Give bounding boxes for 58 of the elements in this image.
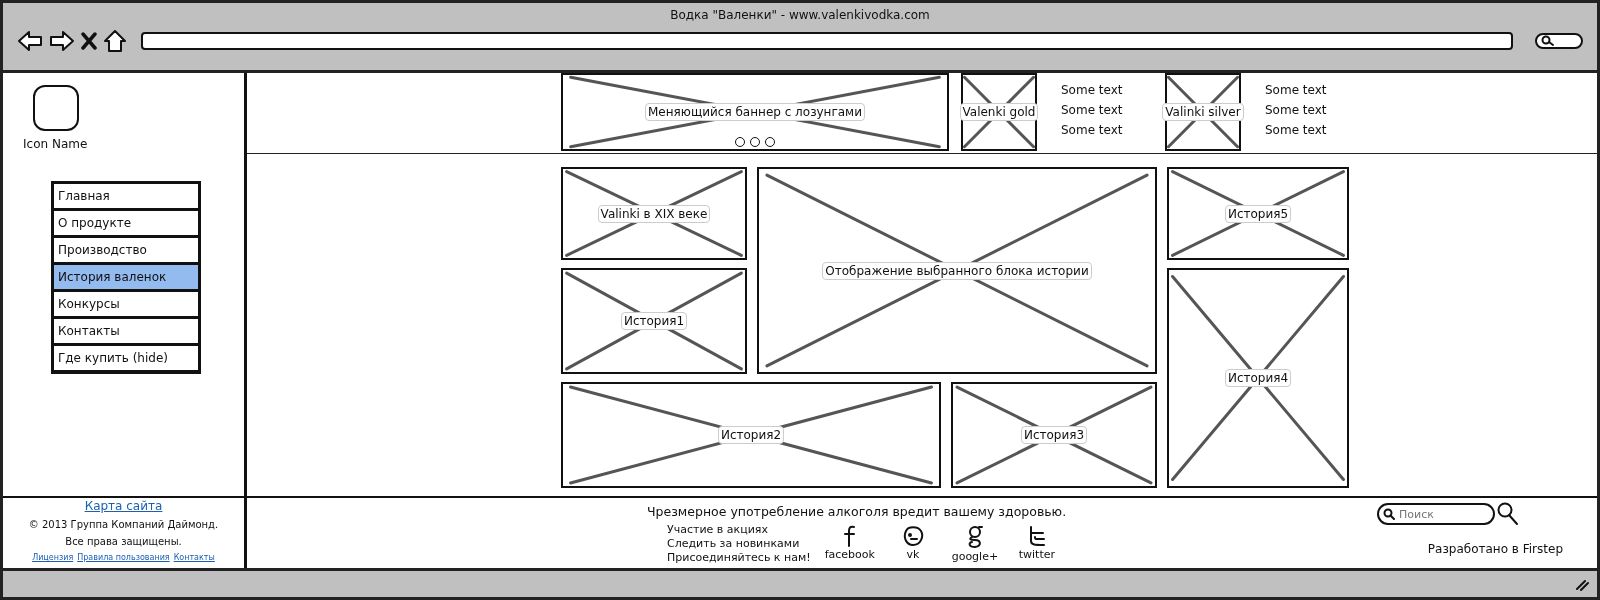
carousel-dot[interactable] xyxy=(750,137,760,147)
footer-link[interactable]: Лицензия xyxy=(32,553,74,562)
social-label: twitter xyxy=(1018,548,1056,561)
resize-grip-icon[interactable] xyxy=(1575,577,1589,591)
smiley-icon[interactable] xyxy=(901,525,924,547)
google-icon[interactable] xyxy=(966,525,983,549)
placeholder-label: Valinki в XIX веке xyxy=(597,204,711,223)
home-icon[interactable] xyxy=(103,29,127,53)
close-icon[interactable] xyxy=(81,32,97,50)
address-field[interactable] xyxy=(141,32,1513,50)
product-text: Some text xyxy=(1265,103,1328,117)
action-link[interactable]: Присоединяйтесь к нам! xyxy=(667,551,811,565)
footer-link[interactable]: Контакты xyxy=(173,553,215,562)
placeholder-label: История3 xyxy=(1020,426,1088,444)
back-icon[interactable] xyxy=(17,30,43,52)
action-link[interactable]: Следить за новинками xyxy=(667,537,811,551)
product-text: Some text xyxy=(1061,83,1124,97)
menu-item[interactable]: Главная xyxy=(53,183,199,210)
product-text: Some text xyxy=(1265,83,1328,97)
product-text: Some text xyxy=(1265,123,1328,137)
menu-item[interactable]: О продукте xyxy=(53,210,199,237)
menu-item[interactable]: Где купить (hide) xyxy=(53,345,199,372)
search-button[interactable] xyxy=(1535,33,1583,49)
carousel-dot[interactable] xyxy=(765,137,775,147)
action-link[interactable]: Участие в акциях xyxy=(667,523,811,537)
product-text: Some text xyxy=(1061,123,1124,137)
app-icon[interactable] xyxy=(33,85,79,131)
product-text: Some text xyxy=(1061,103,1124,117)
search-icon[interactable] xyxy=(1497,502,1519,526)
social-label: facebook xyxy=(824,548,875,561)
placeholder-label: Отображение выбранного блока истории xyxy=(822,261,1092,280)
carousel-dot[interactable] xyxy=(735,137,745,147)
menu-item[interactable]: История валенок xyxy=(53,264,199,291)
social-label: google+ xyxy=(951,550,999,563)
menu-item[interactable]: Производство xyxy=(53,237,199,264)
placeholder-label: История5 xyxy=(1224,204,1292,223)
placeholder-label: Valenki gold xyxy=(959,103,1039,121)
forward-icon[interactable] xyxy=(49,30,75,52)
window-title: Водка "Валенки" - www.valenkivodka.com xyxy=(669,7,931,22)
copyright-text: Все права защищены. xyxy=(65,536,182,547)
credit-text: Разработано в Firstep xyxy=(1427,542,1563,556)
facebook-icon[interactable] xyxy=(842,525,857,547)
menu-item[interactable]: Контакты xyxy=(53,318,199,345)
placeholder-label: Valinki silver xyxy=(1162,103,1244,121)
placeholder-label: История2 xyxy=(717,426,785,444)
social-label: vk xyxy=(906,548,920,561)
icon-label: Icon Name xyxy=(23,137,88,151)
copyright-text: © 2013 Группа Компаний Даймонд. xyxy=(28,519,219,530)
placeholder-label: Меняющийся баннер с лозунгами xyxy=(645,103,865,121)
health-warning: Чрезмерное употребление алкоголя вредит вашему здоровью. xyxy=(647,504,1067,519)
search-icon xyxy=(1383,508,1395,520)
search-field[interactable]: Поиск xyxy=(1377,503,1495,525)
footer-link[interactable]: Правила пользования xyxy=(77,553,170,562)
placeholder-label: История4 xyxy=(1224,369,1292,387)
menu-item[interactable]: Конкурсы xyxy=(53,291,199,318)
placeholder-label: История1 xyxy=(620,312,688,330)
search-icon xyxy=(1541,35,1555,47)
sitemap-link[interactable]: Карта сайта xyxy=(84,499,163,513)
